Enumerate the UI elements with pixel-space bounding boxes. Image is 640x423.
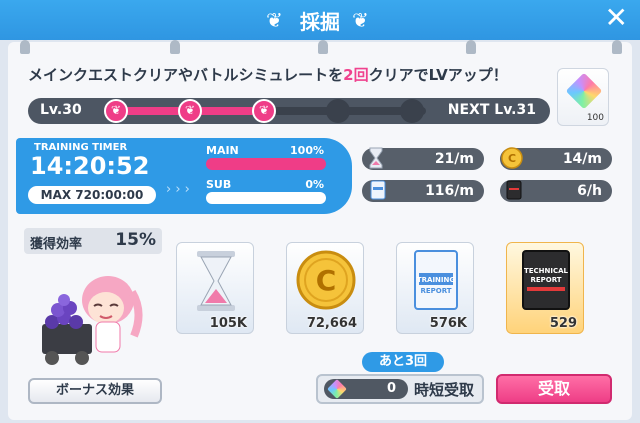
- header-bar: ❦ 採掘 ❦ ✕: [0, 0, 640, 40]
- technical-report-icon: TECHNICALREPORT: [522, 250, 570, 310]
- sub-label: SUB: [206, 178, 232, 191]
- main-percent: 100%: [290, 144, 324, 157]
- coin-icon: C: [501, 147, 523, 169]
- item-quantity: 72,664: [306, 316, 357, 331]
- miner-character: [42, 276, 143, 365]
- item-training-report[interactable]: TRAINING REPORT 576K: [396, 242, 474, 334]
- hourglass-icon: [197, 251, 235, 311]
- level-node-empty: [400, 99, 424, 123]
- timer-value: 14:20:52: [30, 152, 150, 180]
- main-bar-fill: [206, 158, 326, 170]
- level-node-filled: ❦: [178, 99, 202, 123]
- item-coin[interactable]: C 72,664: [286, 242, 364, 334]
- receive-button[interactable]: 受取: [496, 374, 612, 404]
- sub-bar: [206, 192, 326, 204]
- item-hourglass[interactable]: 105K: [176, 242, 254, 334]
- right-wing-icon: ❦: [352, 8, 369, 32]
- efficiency-value: 15%: [115, 230, 156, 250]
- level-node-filled: ❦: [252, 99, 276, 123]
- sub-percent: 0%: [305, 178, 324, 191]
- efficiency-label: 獲得効率: [30, 237, 83, 252]
- bonus-effect-button[interactable]: ボーナス効果: [28, 378, 162, 404]
- pin-icon: [170, 40, 180, 54]
- diamond-reward[interactable]: 100: [557, 68, 609, 126]
- level-node-empty: [326, 99, 350, 123]
- technical-report-icon: [506, 180, 522, 200]
- training-report-icon: TRAINING REPORT: [414, 250, 458, 310]
- pin-icon: [20, 40, 30, 54]
- main-label: MAIN: [206, 144, 239, 157]
- close-button[interactable]: ✕: [605, 4, 628, 32]
- level-node-filled: ❦: [104, 99, 128, 123]
- efficiency-panel: 獲得効率 15%: [24, 228, 162, 254]
- page-title: 採掘: [300, 10, 340, 34]
- item-quantity: 576K: [429, 316, 467, 331]
- timer-max: MAX 720:00:00: [28, 186, 156, 204]
- training-timer: TRAINING TIMER 14:20:52 MAX 720:00:00 › …: [16, 138, 352, 214]
- item-quantity: 105K: [209, 316, 247, 331]
- diamond-icon: [565, 72, 603, 110]
- svg-text:TRAINING: TRAINING: [417, 276, 456, 284]
- shorten-receive-label: 時短受取: [413, 381, 474, 399]
- diamond-count: 100: [586, 113, 604, 123]
- level-bar: Lv.30 ❦ ❦ ❦ NEXT Lv.31: [28, 98, 550, 124]
- shorten-receive-button[interactable]: 0 時短受取: [316, 374, 484, 404]
- hourglass-icon: [369, 147, 383, 169]
- arrows-icon: › › ›: [166, 182, 190, 197]
- pin-icon: [466, 40, 476, 54]
- item-quantity: 529: [549, 316, 577, 331]
- svg-text:C: C: [508, 152, 516, 165]
- quest-description: メインクエストクリアやバトルシミュレートを2回クリアでLVアップ！: [28, 66, 508, 84]
- remaining-count-badge: あと3回: [362, 352, 444, 372]
- svg-text:REPORT: REPORT: [530, 276, 561, 284]
- svg-text:REPORT: REPORT: [420, 287, 451, 295]
- svg-text:TECHNICAL: TECHNICAL: [524, 267, 569, 275]
- main-bar: [206, 158, 326, 170]
- item-technical-report[interactable]: TECHNICAL REPORT 529: [506, 242, 584, 334]
- pin-icon: [612, 40, 622, 54]
- current-level: Lv.30: [40, 102, 82, 118]
- training-report-icon: [370, 180, 386, 200]
- coin-icon: C: [296, 250, 356, 310]
- next-level: NEXT Lv.31: [447, 102, 536, 118]
- pin-icon: [318, 40, 328, 54]
- svg-text:C: C: [316, 264, 337, 297]
